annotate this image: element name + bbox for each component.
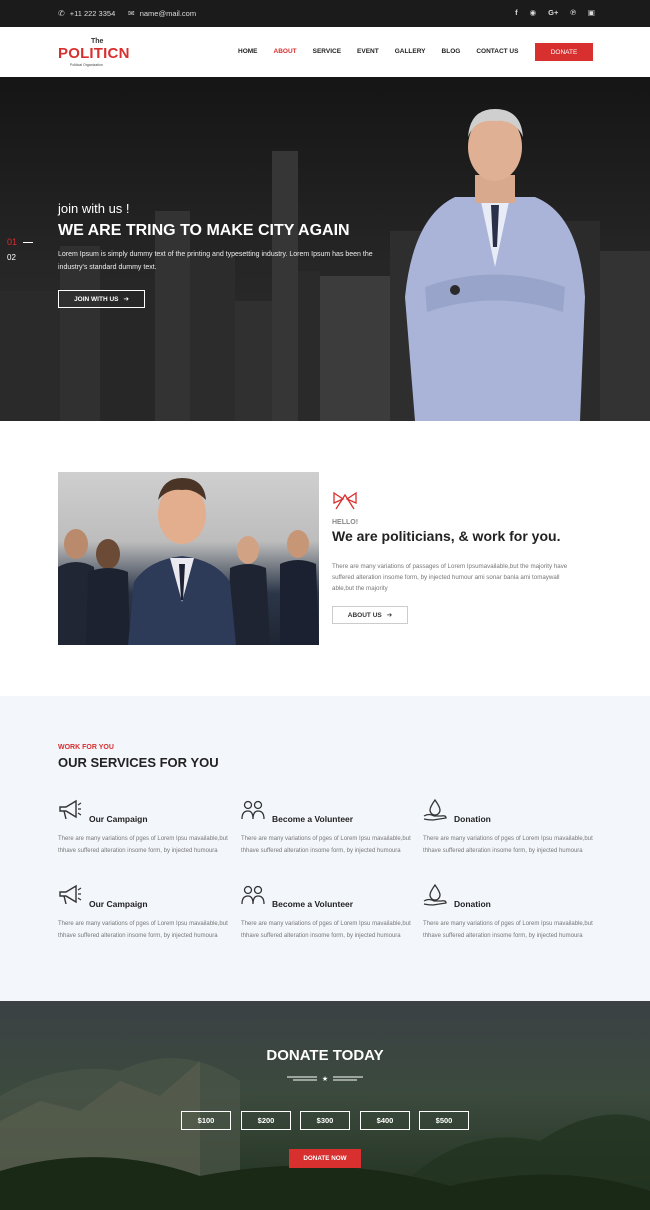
- service-title: Our Campaign: [89, 814, 148, 824]
- skyline-building: [600, 251, 650, 421]
- email-address: name@mail.com: [139, 9, 197, 18]
- slide-indicator: 01 02: [7, 237, 34, 262]
- service-text: There are many variations of pges of Lor…: [423, 921, 593, 939]
- svg-text:★: ★: [322, 1075, 328, 1082]
- about-section: HELLO! We are politicians, & work for yo…: [0, 421, 650, 696]
- logo-name: POLITICN: [58, 45, 130, 62]
- slide-line: [23, 241, 34, 243]
- skyline-building: [190, 256, 235, 421]
- phone-contact[interactable]: ✆ +11 222 3354: [58, 9, 115, 18]
- google-plus-icon[interactable]: G+: [548, 8, 558, 17]
- hero-title: WE ARE TRING TO MAKE CITY AGAIN: [58, 222, 350, 239]
- about-tag: HELLO!: [332, 519, 359, 526]
- logo-the: The: [91, 38, 104, 45]
- header-donate-button[interactable]: DONATE: [535, 43, 593, 61]
- team-photo: [58, 472, 319, 645]
- donation-icon: [423, 884, 447, 906]
- amount-option[interactable]: $500: [419, 1111, 469, 1130]
- star-divider-icon: ★: [287, 1075, 363, 1082]
- skyline-building: [155, 211, 190, 421]
- services-tag: WORK FOR YOU: [58, 744, 114, 751]
- hero-subtitle: join with us !: [58, 201, 130, 216]
- phone-number: +11 222 3354: [69, 9, 116, 18]
- donate-section: DONATE TODAY ★ $100 $200 $300 $400 $500 …: [0, 1001, 650, 1210]
- flag-icon: [333, 491, 357, 510]
- about-title: We are politicians, & work for you.: [332, 528, 561, 544]
- hero-description: Lorem Ipsum is simply dummy text of the …: [58, 251, 373, 271]
- amount-option[interactable]: $300: [300, 1111, 350, 1130]
- great-wall-background: [0, 1058, 650, 1210]
- about-button-label: ABOUT US: [347, 611, 382, 619]
- join-button-label: JOIN WITH US: [74, 295, 119, 303]
- instagram-icon[interactable]: ▣: [588, 8, 595, 17]
- facebook-icon[interactable]: f: [515, 8, 518, 17]
- pinterest-icon[interactable]: ℗: [570, 8, 576, 17]
- hero-slider: 01 02 join with us ! WE ARE TRING TO MAK…: [0, 77, 650, 421]
- nav-about[interactable]: ABOUT: [274, 48, 297, 55]
- about-us-button[interactable]: ABOUT US ➔: [332, 606, 408, 624]
- nav-gallery[interactable]: GALLERY: [395, 48, 426, 55]
- volunteer-icon: [241, 800, 265, 820]
- donate-now-button[interactable]: DONATE NOW: [289, 1149, 361, 1168]
- volunteer-icon: [241, 885, 265, 905]
- join-button[interactable]: JOIN WITH US ➔: [58, 290, 145, 308]
- phone-icon: ✆: [58, 9, 65, 18]
- services-section: WORK FOR YOU OUR SERVICES FOR YOU Our Ca…: [0, 696, 650, 1001]
- amount-option[interactable]: $200: [241, 1111, 291, 1130]
- nav-contact[interactable]: CONTACT US: [476, 48, 518, 55]
- slide-next[interactable]: 02: [7, 253, 33, 262]
- nav-menu: HOME ABOUT SERVICE EVENT GALLERY BLOG CO…: [238, 48, 518, 55]
- logo-subtitle: Political Organization: [70, 63, 103, 67]
- site-logo[interactable]: The POLITICN Political Organization: [58, 38, 138, 68]
- service-title: Our Campaign: [89, 899, 148, 909]
- politician-portrait: [405, 109, 585, 421]
- top-bar: ✆ +11 222 3354 ✉ name@mail.com f ◉ G+ ℗ …: [0, 0, 650, 27]
- donation-icon: [423, 799, 447, 821]
- megaphone-icon: [59, 884, 82, 905]
- nav-service[interactable]: SERVICE: [313, 48, 341, 55]
- about-text: There are many variations of passages of…: [332, 563, 568, 592]
- service-title: Become a Volunteer: [272, 899, 354, 909]
- service-title: Become a Volunteer: [272, 814, 354, 824]
- services-title: OUR SERVICES FOR YOU: [58, 755, 219, 770]
- skyline-tower: [272, 151, 298, 421]
- skyline-building: [0, 291, 60, 421]
- megaphone-icon: [59, 799, 82, 820]
- amount-option[interactable]: $400: [360, 1111, 410, 1130]
- slide-current[interactable]: 01: [7, 237, 17, 247]
- skyline-building: [235, 301, 275, 421]
- service-text: There are many variations of pges of Lor…: [58, 921, 228, 939]
- nav-home[interactable]: HOME: [238, 48, 258, 55]
- service-text: There are many variations of pges of Lor…: [241, 836, 411, 854]
- service-text: There are many variations of pges of Lor…: [58, 836, 228, 854]
- main-navbar: The POLITICN Political Organization HOME…: [0, 27, 650, 77]
- service-text: There are many variations of pges of Lor…: [241, 921, 411, 939]
- social-links: f ◉ G+ ℗ ▣: [515, 8, 595, 17]
- service-title: Donation: [454, 814, 491, 824]
- donate-title: DONATE TODAY: [266, 1047, 384, 1064]
- nav-event[interactable]: EVENT: [357, 48, 379, 55]
- nav-blog[interactable]: BLOG: [442, 48, 461, 55]
- rss-icon[interactable]: ◉: [530, 8, 537, 17]
- arrow-right-icon: ➔: [386, 612, 393, 619]
- mail-icon: ✉: [128, 9, 135, 18]
- skyline-building: [298, 271, 320, 421]
- amount-option[interactable]: $100: [181, 1111, 231, 1130]
- skyline-building: [320, 276, 390, 421]
- service-title: Donation: [454, 899, 491, 909]
- arrow-right-icon: ➔: [123, 296, 129, 303]
- service-text: There are many variations of pges of Lor…: [423, 836, 593, 854]
- email-contact[interactable]: ✉ name@mail.com: [128, 9, 196, 18]
